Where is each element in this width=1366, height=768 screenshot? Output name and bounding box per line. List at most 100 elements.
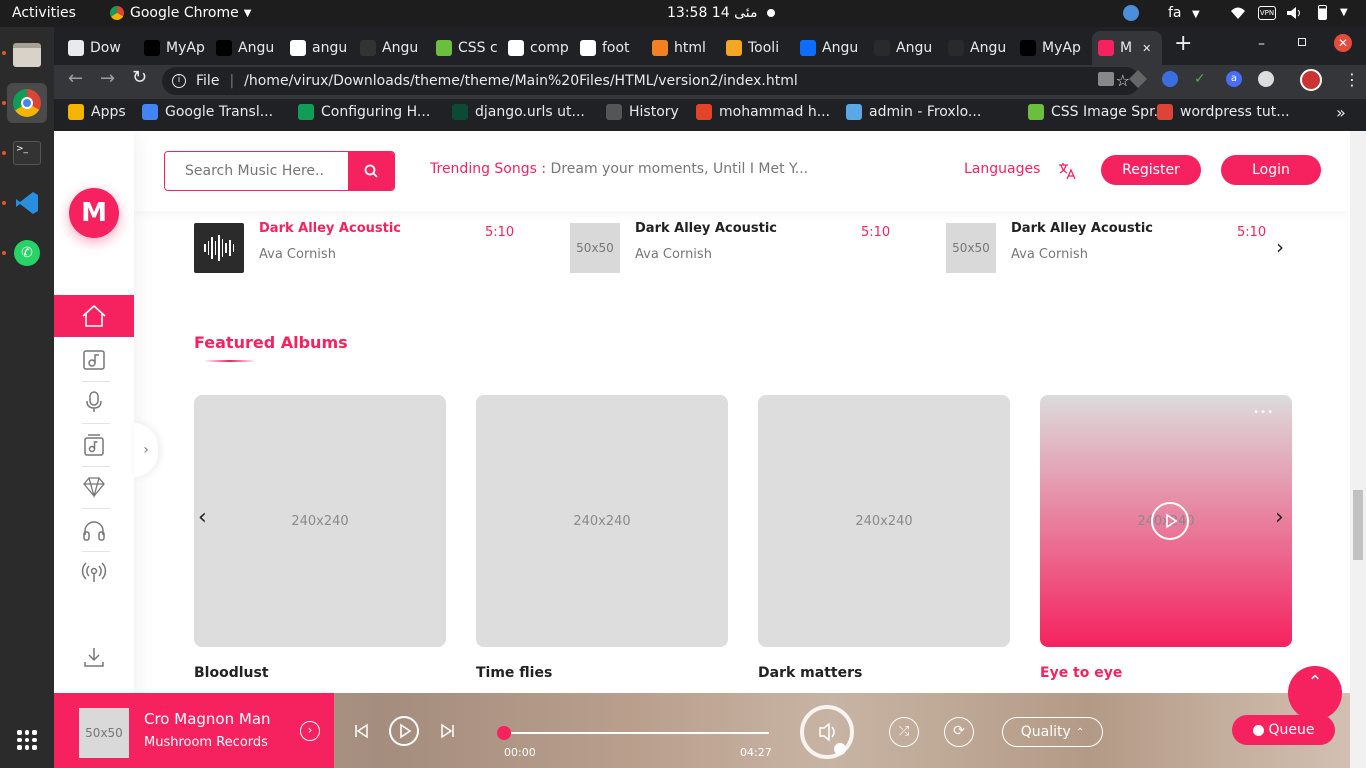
- browser-tab[interactable]: Angu: [874, 33, 938, 63]
- maximize-button[interactable]: [1298, 38, 1306, 46]
- battery-icon[interactable]: [1318, 5, 1327, 20]
- volume-handle[interactable]: [834, 743, 846, 755]
- browser-tab[interactable]: html: [652, 33, 716, 63]
- new-tab-button[interactable]: +: [1174, 33, 1192, 55]
- next-track-icon[interactable]: [441, 723, 455, 739]
- nav-headphones-icon[interactable]: [54, 509, 134, 551]
- site-logo[interactable]: M: [69, 188, 119, 238]
- album-card[interactable]: 240x240: [758, 395, 1010, 647]
- track-title[interactable]: Dark Alley Acoustic: [259, 221, 401, 236]
- extension-icon[interactable]: a: [1226, 71, 1242, 87]
- files-app-icon[interactable]: [7, 35, 47, 75]
- track-title[interactable]: Dark Alley Acoustic: [1011, 221, 1153, 236]
- album-title[interactable]: Eye to eye: [1040, 665, 1122, 681]
- browser-tab[interactable]: Angu: [360, 33, 424, 63]
- translate-icon[interactable]: [1058, 162, 1076, 180]
- browser-tab[interactable]: MyAp: [1020, 33, 1084, 63]
- bookmark-item[interactable]: Google Transl...: [142, 103, 273, 121]
- bookmark-item[interactable]: mohammad h...: [696, 103, 830, 121]
- volume-icon[interactable]: [1286, 6, 1302, 20]
- more-bookmarks-button[interactable]: »: [1336, 103, 1346, 122]
- track-details-arrow-icon[interactable]: ›: [300, 721, 320, 741]
- app-menu[interactable]: Google Chrome ▼: [110, 5, 251, 21]
- browser-tab[interactable]: MyAp: [144, 33, 208, 63]
- browser-tab[interactable]: Angu: [948, 33, 1012, 63]
- whatsapp-app-icon[interactable]: ✆: [7, 233, 47, 273]
- browser-tab[interactable]: foot: [580, 33, 644, 63]
- extension-icon[interactable]: [1162, 71, 1178, 87]
- login-button[interactable]: Login: [1221, 155, 1321, 185]
- progress-handle[interactable]: [497, 726, 511, 740]
- activities-button[interactable]: Activities: [12, 5, 76, 21]
- track-artist[interactable]: Ava Cornish: [259, 247, 336, 262]
- wifi-icon[interactable]: [1230, 6, 1246, 20]
- browser-tab[interactable]: Angu: [216, 33, 280, 63]
- nav-albums-icon[interactable]: [54, 339, 134, 381]
- album-title[interactable]: Bloodlust: [194, 665, 269, 681]
- album-card[interactable]: 240x240: [476, 395, 728, 647]
- nav-radio-icon[interactable]: [54, 552, 134, 594]
- vpn-icon[interactable]: [1123, 5, 1139, 21]
- profile-avatar[interactable]: [1300, 69, 1322, 91]
- track-artist[interactable]: Ava Cornish: [635, 247, 712, 262]
- track-artist[interactable]: Ava Cornish: [1011, 247, 1088, 262]
- sidebar-expand-toggle[interactable]: ›: [134, 423, 158, 477]
- bookmark-item[interactable]: Configuring H...: [298, 103, 430, 121]
- language-indicator[interactable]: fa ▼: [1168, 5, 1200, 21]
- nav-download-icon[interactable]: [54, 636, 134, 678]
- play-button[interactable]: [389, 716, 419, 746]
- albums-prev-arrow-icon[interactable]: ‹: [198, 505, 207, 530]
- page-scrollbar[interactable]: [1350, 131, 1366, 768]
- extension-icon[interactable]: [1258, 71, 1274, 87]
- browser-tab[interactable]: Angu: [800, 33, 864, 63]
- close-tab-icon[interactable]: ✕: [1142, 42, 1151, 55]
- tab-active[interactable]: M ✕: [1092, 31, 1162, 65]
- close-window-button[interactable]: ✕: [1334, 34, 1352, 52]
- nav-microphone-icon[interactable]: [54, 381, 134, 423]
- minimize-button[interactable]: –: [1258, 36, 1265, 52]
- nav-home-icon[interactable]: [54, 295, 134, 337]
- album-play-icon[interactable]: [1151, 502, 1189, 540]
- register-button[interactable]: Register: [1101, 155, 1201, 185]
- menu-kebab-icon[interactable]: ⋮: [1344, 70, 1360, 89]
- repeat-icon[interactable]: ⟳: [944, 717, 974, 747]
- shuffle-icon[interactable]: ⤮: [889, 717, 919, 747]
- bookmark-item[interactable]: CSS Image Spr...: [1028, 103, 1167, 121]
- trending-text[interactable]: Dream your moments, Until I Met Y...: [551, 161, 809, 177]
- browser-tab[interactable]: comp: [508, 33, 572, 63]
- address-bar[interactable]: i File | /home/virux/Downloads/theme/the…: [162, 67, 1140, 95]
- nav-playlist-icon[interactable]: [54, 424, 134, 466]
- album-more-menu-icon[interactable]: •••: [1253, 407, 1274, 418]
- album-title[interactable]: Time flies: [476, 665, 552, 681]
- track-thumb[interactable]: 50x50: [946, 223, 996, 273]
- browser-tab[interactable]: Tooli: [726, 33, 790, 63]
- forward-button[interactable]: →: [100, 68, 115, 89]
- bookmark-star-icon[interactable]: ☆: [1116, 71, 1130, 90]
- album-title[interactable]: Dark matters: [758, 665, 862, 681]
- album-card[interactable]: 240x240: [194, 395, 446, 647]
- bookmark-item[interactable]: Apps: [68, 103, 126, 121]
- extension-icon[interactable]: ✓: [1194, 71, 1206, 87]
- chrome-app-icon[interactable]: [7, 83, 47, 123]
- vscode-app-icon[interactable]: [7, 183, 47, 223]
- bookmark-item[interactable]: History: [606, 103, 679, 121]
- nav-diamond-icon[interactable]: [54, 466, 134, 508]
- browser-tab[interactable]: CSS c: [436, 33, 500, 63]
- track-title[interactable]: Dark Alley Acoustic: [635, 221, 777, 236]
- previous-track-icon[interactable]: [354, 723, 368, 739]
- scrollbar-thumb[interactable]: [1353, 490, 1363, 560]
- browser-tab[interactable]: Dow: [68, 33, 132, 63]
- extension-icon[interactable]: [1098, 72, 1114, 86]
- reload-button[interactable]: ↻: [132, 67, 147, 88]
- back-button[interactable]: ←: [68, 68, 83, 89]
- system-menu-caret-icon[interactable]: ▼: [1340, 7, 1348, 18]
- volume-dial[interactable]: [800, 705, 854, 759]
- bookmark-item[interactable]: admin - Froxlo...: [846, 103, 981, 121]
- browser-tab[interactable]: angu: [290, 33, 354, 63]
- bookmark-item[interactable]: wordpress tut...: [1157, 103, 1290, 121]
- search-input[interactable]: [165, 152, 348, 190]
- albums-next-arrow-icon[interactable]: ›: [1275, 505, 1284, 530]
- quality-dropdown[interactable]: Quality ⌃: [1002, 717, 1103, 747]
- progress-track[interactable]: [504, 732, 769, 734]
- bookmark-item[interactable]: django.urls ut...: [452, 103, 585, 121]
